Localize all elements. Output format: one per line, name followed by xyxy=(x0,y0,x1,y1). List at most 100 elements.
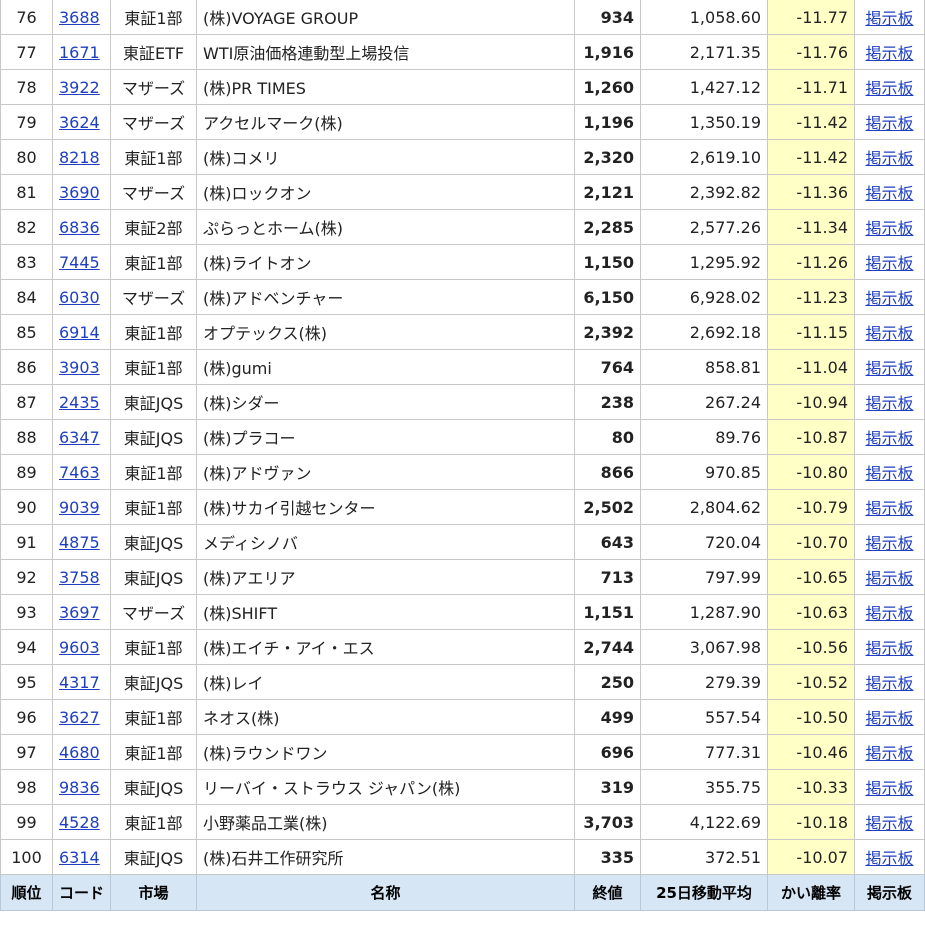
message-board-link[interactable]: 掲示板 xyxy=(865,359,913,378)
header-name: 名称 xyxy=(196,874,575,911)
message-board-link[interactable]: 掲示板 xyxy=(865,184,913,203)
message-board-link[interactable]: 掲示板 xyxy=(865,534,913,553)
message-board-cell: 掲示板 xyxy=(854,489,925,525)
rank-cell: 97 xyxy=(0,734,53,770)
table-row: 98 9836 東証JQS リーバイ・ストラウス ジャパン(株) 319 355.75 -1… xyxy=(0,769,925,805)
name-cell: (株)ラウンドワン xyxy=(196,734,575,770)
close-price-cell: 764 xyxy=(574,349,641,385)
message-board-cell: 掲示板 xyxy=(854,349,925,385)
message-board-link[interactable]: 掲示板 xyxy=(865,569,913,588)
code-link[interactable]: 3758 xyxy=(59,568,100,587)
code-cell: 6836 xyxy=(52,209,111,245)
code-link[interactable]: 6347 xyxy=(59,428,100,447)
market-cell: 東証ETF xyxy=(110,34,197,70)
name-cell: (株)gumi xyxy=(196,349,575,385)
code-link[interactable]: 4317 xyxy=(59,673,100,692)
close-price-cell: 2,392 xyxy=(574,314,641,350)
code-link[interactable]: 9603 xyxy=(59,638,100,657)
deviation-cell: -11.23 xyxy=(767,279,855,315)
rank-cell: 79 xyxy=(0,104,53,140)
code-link[interactable]: 3624 xyxy=(59,113,100,132)
table-row: 100 6314 東証JQS (株)石井工作研究所 335 372.51 -10.07 掲示板 xyxy=(0,839,925,875)
moving-average-cell: 720.04 xyxy=(640,524,768,560)
close-price-cell: 2,285 xyxy=(574,209,641,245)
code-cell: 3922 xyxy=(52,69,111,105)
code-link[interactable]: 9039 xyxy=(59,498,100,517)
deviation-cell: -10.63 xyxy=(767,594,855,630)
deviation-cell: -11.15 xyxy=(767,314,855,350)
header-code: コード xyxy=(52,874,111,911)
close-price-cell: 643 xyxy=(574,524,641,560)
message-board-link[interactable]: 掲示板 xyxy=(865,289,913,308)
message-board-link[interactable]: 掲示板 xyxy=(865,219,913,238)
table-row: 81 3690 マザーズ (株)ロックオン 2,121 2,392.82 -11.36 掲示板 xyxy=(0,174,925,210)
message-board-link[interactable]: 掲示板 xyxy=(865,254,913,273)
message-board-link[interactable]: 掲示板 xyxy=(865,44,913,63)
code-cell: 3624 xyxy=(52,104,111,140)
rank-cell: 88 xyxy=(0,419,53,455)
code-link[interactable]: 1671 xyxy=(59,43,100,62)
name-cell: メディシノバ xyxy=(196,524,575,560)
message-board-link[interactable]: 掲示板 xyxy=(865,744,913,763)
deviation-cell: -11.26 xyxy=(767,244,855,280)
code-link[interactable]: 7463 xyxy=(59,463,100,482)
code-link[interactable]: 6314 xyxy=(59,848,100,867)
code-cell: 4528 xyxy=(52,804,111,840)
code-cell: 6314 xyxy=(52,839,111,875)
message-board-link[interactable]: 掲示板 xyxy=(865,604,913,623)
table-row: 87 2435 東証JQS (株)シダー 238 267.24 -10.94 掲示板 xyxy=(0,384,925,420)
market-cell: 東証1部 xyxy=(110,244,197,280)
close-price-cell: 499 xyxy=(574,699,641,735)
message-board-link[interactable]: 掲示板 xyxy=(865,394,913,413)
code-link[interactable]: 3627 xyxy=(59,708,100,727)
message-board-link[interactable]: 掲示板 xyxy=(865,849,913,868)
code-link[interactable]: 8218 xyxy=(59,148,100,167)
code-link[interactable]: 3697 xyxy=(59,603,100,622)
deviation-cell: -10.50 xyxy=(767,699,855,735)
name-cell: (株)シダー xyxy=(196,384,575,420)
name-cell: (株)SHIFT xyxy=(196,594,575,630)
code-link[interactable]: 2435 xyxy=(59,393,100,412)
table-row: 94 9603 東証1部 (株)エイチ・アイ・エス 2,744 3,067.98 -10.5… xyxy=(0,629,925,665)
message-board-link[interactable]: 掲示板 xyxy=(865,674,913,693)
code-link[interactable]: 3688 xyxy=(59,8,100,27)
message-board-link[interactable]: 掲示板 xyxy=(865,149,913,168)
moving-average-cell: 1,295.92 xyxy=(640,244,768,280)
code-link[interactable]: 6030 xyxy=(59,288,100,307)
code-link[interactable]: 6836 xyxy=(59,218,100,237)
message-board-link[interactable]: 掲示板 xyxy=(865,779,913,798)
message-board-cell: 掲示板 xyxy=(854,594,925,630)
message-board-cell: 掲示板 xyxy=(854,839,925,875)
deviation-cell: -10.65 xyxy=(767,559,855,595)
code-link[interactable]: 3922 xyxy=(59,78,100,97)
message-board-link[interactable]: 掲示板 xyxy=(865,429,913,448)
message-board-link[interactable]: 掲示板 xyxy=(865,324,913,343)
code-link[interactable]: 4875 xyxy=(59,533,100,552)
market-cell: 東証1部 xyxy=(110,314,197,350)
message-board-link[interactable]: 掲示板 xyxy=(865,499,913,518)
message-board-link[interactable]: 掲示板 xyxy=(865,814,913,833)
message-board-link[interactable]: 掲示板 xyxy=(865,114,913,133)
code-cell: 9603 xyxy=(52,629,111,665)
message-board-link[interactable]: 掲示板 xyxy=(865,639,913,658)
header-deviation: かい離率 xyxy=(767,874,855,911)
code-link[interactable]: 4528 xyxy=(59,813,100,832)
message-board-link[interactable]: 掲示板 xyxy=(865,9,913,28)
code-link[interactable]: 9836 xyxy=(59,778,100,797)
code-link[interactable]: 4680 xyxy=(59,743,100,762)
code-cell: 3627 xyxy=(52,699,111,735)
moving-average-cell: 1,287.90 xyxy=(640,594,768,630)
message-board-cell: 掲示板 xyxy=(854,419,925,455)
market-cell: 東証1部 xyxy=(110,699,197,735)
name-cell: オプテックス(株) xyxy=(196,314,575,350)
code-link[interactable]: 3690 xyxy=(59,183,100,202)
ranking-table: 76 3688 東証1部 (株)VOYAGE GROUP 934 1,058.60 -11.… xyxy=(0,0,925,911)
close-price-cell: 1,150 xyxy=(574,244,641,280)
message-board-link[interactable]: 掲示板 xyxy=(865,709,913,728)
code-link[interactable]: 7445 xyxy=(59,253,100,272)
message-board-link[interactable]: 掲示板 xyxy=(865,464,913,483)
code-link[interactable]: 6914 xyxy=(59,323,100,342)
market-cell: 東証JQS xyxy=(110,384,197,420)
message-board-link[interactable]: 掲示板 xyxy=(865,79,913,98)
code-link[interactable]: 3903 xyxy=(59,358,100,377)
